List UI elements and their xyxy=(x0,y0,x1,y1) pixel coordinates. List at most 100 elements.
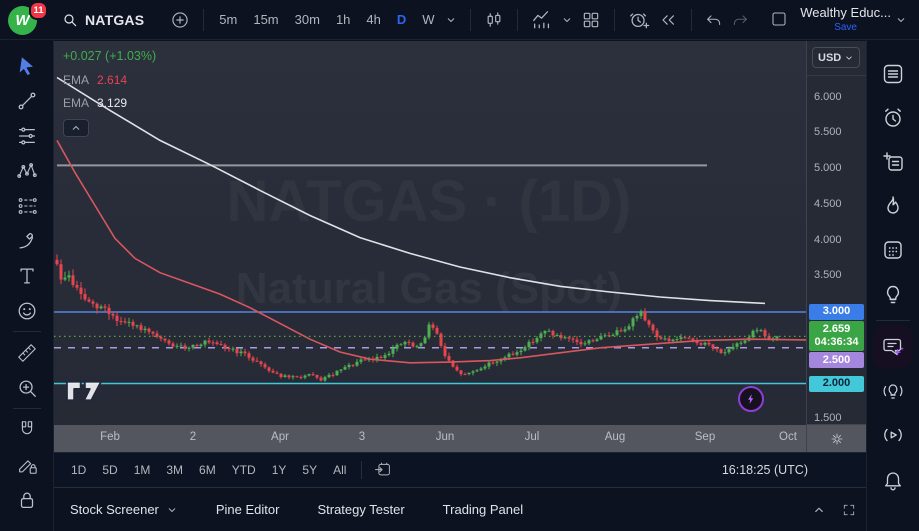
trendline-tool-button[interactable] xyxy=(10,83,44,118)
range-YTD-button[interactable]: YTD xyxy=(225,459,263,481)
time-label-Apr: Apr xyxy=(271,431,289,443)
sidebar-hotlists-button[interactable] xyxy=(873,184,913,228)
panel-maximize-button[interactable] xyxy=(842,503,856,517)
create-alert-button[interactable] xyxy=(624,5,654,35)
flame-icon xyxy=(881,194,905,218)
range-5D-button[interactable]: 5D xyxy=(95,459,124,481)
user-menu[interactable]: W 11 xyxy=(8,4,42,36)
range-3M-button[interactable]: 3M xyxy=(159,459,190,481)
sidebar-journal-button[interactable] xyxy=(873,140,913,184)
sidebar-streams-button[interactable] xyxy=(873,413,913,457)
sidebar-alerts-button[interactable] xyxy=(873,96,913,140)
ema-fast-legend-row[interactable]: EMA 2.614 xyxy=(63,73,156,87)
watchlist-icon xyxy=(881,62,905,86)
brush-tool-button[interactable] xyxy=(10,223,44,258)
badge-price: 2.500 xyxy=(823,354,851,368)
indicators-more-button[interactable] xyxy=(557,10,577,30)
xabcd-pattern-tool-button[interactable] xyxy=(10,153,44,188)
price-scale[interactable]: USD 6.0005.5005.0004.5004.0003.5001.5003… xyxy=(806,41,866,452)
toolbar-divider xyxy=(13,408,41,409)
interval-15m-button[interactable]: 15m xyxy=(247,9,284,30)
emoji-tool-button[interactable] xyxy=(10,293,44,328)
layout-grid-button[interactable] xyxy=(577,6,605,34)
chevron-down-icon xyxy=(166,504,178,516)
interval-more-button[interactable] xyxy=(441,10,461,30)
forecast-tool-button[interactable] xyxy=(10,188,44,223)
interval-30m-button[interactable]: 30m xyxy=(289,9,326,30)
strategy-tester-tab[interactable]: Strategy Tester xyxy=(317,502,404,517)
interval-D-button[interactable]: D xyxy=(391,9,412,30)
draw-lock-tool-button[interactable] xyxy=(10,447,44,482)
layout-save-group[interactable]: Wealthy Educ... Save xyxy=(766,6,891,32)
last-price-badge: 2.65904:36:34 xyxy=(809,321,864,351)
level-badge-3.000[interactable]: 3.000 xyxy=(809,304,864,320)
bar-countdown: 04:36:34 xyxy=(814,336,858,350)
tradingview-logo-watermark[interactable] xyxy=(65,380,103,407)
panel-collapse-button[interactable] xyxy=(812,503,826,517)
sidebar-watchlist-button[interactable] xyxy=(873,52,913,96)
interval-4h-button[interactable]: 4h xyxy=(360,9,386,30)
time-scale[interactable]: Feb2Apr3JunJulAugSepOct xyxy=(54,425,806,452)
text-icon xyxy=(16,265,38,287)
currency-selector[interactable]: USD xyxy=(812,47,860,68)
brush-icon xyxy=(16,230,38,252)
pine-editor-label: Pine Editor xyxy=(216,502,280,517)
text-tool-button[interactable] xyxy=(10,258,44,293)
fib-retracement-tool-button[interactable] xyxy=(10,118,44,153)
range-1D-button[interactable]: 1D xyxy=(64,459,93,481)
ruler-tool-button[interactable] xyxy=(10,335,44,370)
zoom-in-tool-button[interactable] xyxy=(10,370,44,405)
range-5Y-button[interactable]: 5Y xyxy=(295,459,324,481)
indicators-button[interactable] xyxy=(527,5,557,35)
interval-1h-button[interactable]: 1h xyxy=(330,9,356,30)
sidebar-chat-ai-button[interactable] xyxy=(873,325,913,369)
lock-all-tool-button[interactable] xyxy=(10,482,44,517)
symbol-label: NATGAS xyxy=(85,12,144,28)
cursor-tool-button[interactable] xyxy=(10,48,44,83)
redo-button[interactable] xyxy=(727,7,753,33)
strategy-tester-label: Strategy Tester xyxy=(317,502,404,517)
sidebar-calendar-button[interactable] xyxy=(873,228,913,272)
magnet-tool-button[interactable] xyxy=(10,412,44,447)
save-button[interactable]: Save xyxy=(834,22,857,33)
level-badge-2.000[interactable]: 2.000 xyxy=(809,376,864,392)
scales-corner xyxy=(807,424,866,452)
range-1M-button[interactable]: 1M xyxy=(127,459,158,481)
range-All-button[interactable]: All xyxy=(326,459,353,481)
save-layout-icon xyxy=(766,6,792,32)
chart-type-button[interactable] xyxy=(480,6,508,34)
layout-name-column[interactable]: Wealthy Educ... Save xyxy=(800,6,891,32)
chart-pane[interactable]: NATGAS · (1D)Natural Gas (Spot) +0.027 (… xyxy=(54,41,806,425)
range-1Y-button[interactable]: 1Y xyxy=(265,459,294,481)
zoom-in-icon xyxy=(16,377,38,399)
layout-menu-button[interactable] xyxy=(891,10,911,30)
level-badge-2.500[interactable]: 2.500 xyxy=(809,352,864,368)
sidebar-notifications-button[interactable] xyxy=(873,457,913,501)
pine-editor-tab[interactable]: Pine Editor xyxy=(216,502,280,517)
sidebar-ideas-button[interactable] xyxy=(873,272,913,316)
symbol-search-button[interactable]: NATGAS xyxy=(62,12,144,28)
scales-settings-button[interactable] xyxy=(829,431,845,447)
left-drawing-toolbar xyxy=(0,40,54,531)
trading-panel-tab[interactable]: Trading Panel xyxy=(443,502,523,517)
price-tick-5.500: 5.500 xyxy=(814,126,842,138)
candlestick-chart[interactable]: NATGAS · (1D)Natural Gas (Spot) xyxy=(54,41,806,425)
undo-button[interactable] xyxy=(701,7,727,33)
sidebar-live-ideas-button[interactable] xyxy=(873,369,913,413)
toolbar-separator xyxy=(470,9,471,31)
chevron-down-icon xyxy=(844,53,854,63)
compare-add-symbol-button[interactable] xyxy=(166,6,194,34)
bar-replay-button[interactable] xyxy=(654,6,682,34)
stock-screener-tab[interactable]: Stock Screener xyxy=(70,502,178,517)
clock-utc[interactable]: 16:18:25 (UTC) xyxy=(722,463,866,477)
interval-5m-button[interactable]: 5m xyxy=(213,9,243,30)
alarm-icon xyxy=(881,106,905,130)
collapse-legend-button[interactable] xyxy=(63,119,89,137)
range-6M-button[interactable]: 6M xyxy=(192,459,223,481)
goto-date-button[interactable] xyxy=(370,457,396,483)
goto-date-icon xyxy=(374,461,392,479)
interval-W-button[interactable]: W xyxy=(416,9,440,30)
interval-group: 5m15m30m1h4hDW xyxy=(213,9,440,30)
lightning-badge[interactable] xyxy=(738,386,764,412)
ema-slow-legend-row[interactable]: EMA 3.129 xyxy=(63,96,156,110)
